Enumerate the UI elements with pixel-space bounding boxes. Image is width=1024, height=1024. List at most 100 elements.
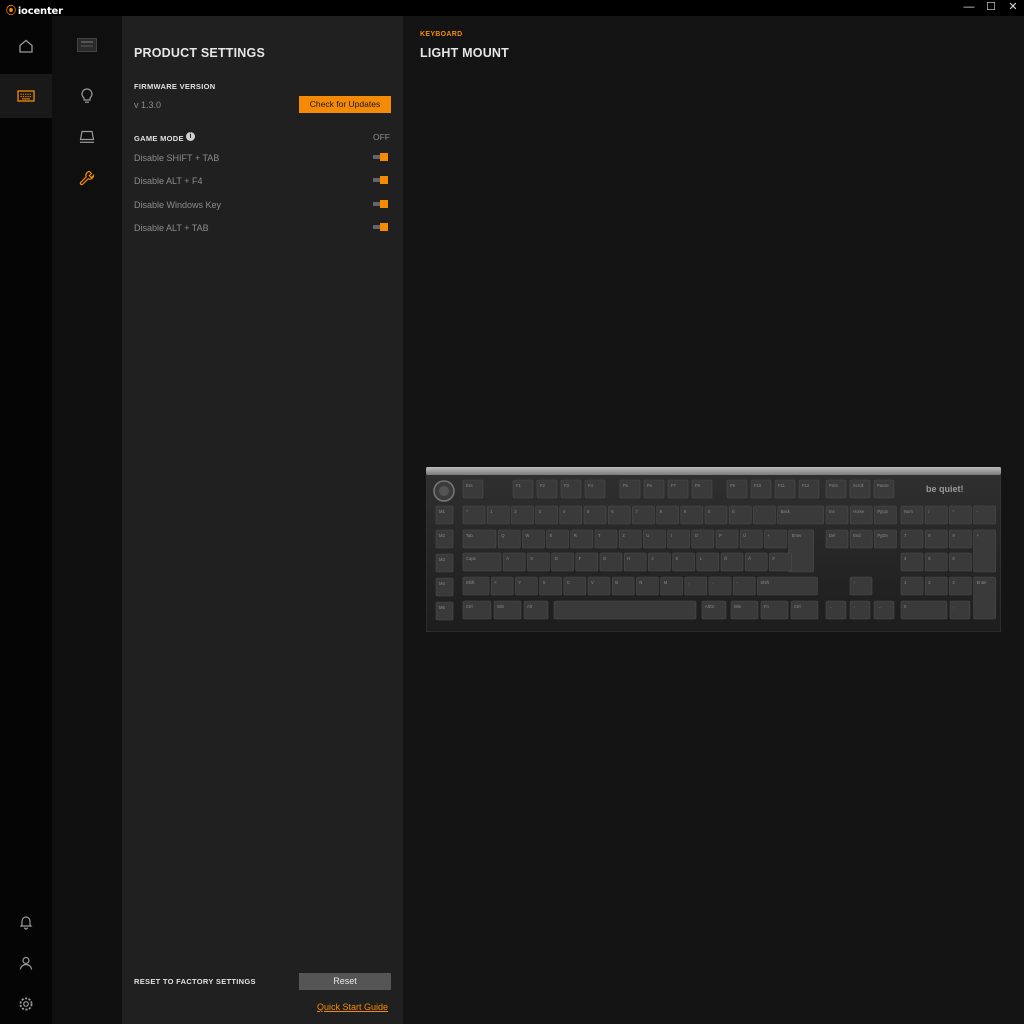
game-mode-state: OFF: [373, 132, 390, 142]
option-label: Disable ALT + TAB: [134, 223, 209, 233]
keycap: D: [551, 552, 574, 572]
keycap: Caps: [462, 552, 502, 572]
svg-text:C: C: [567, 580, 570, 585]
reset-label: RESET TO FACTORY SETTINGS: [134, 977, 256, 986]
keycap: 6: [607, 505, 631, 525]
nav-devices[interactable]: [0, 74, 52, 118]
keycap: Ä: [744, 552, 768, 572]
keycap: Print: [825, 479, 847, 499]
svg-text:Win: Win: [734, 604, 742, 609]
svg-text:Ins: Ins: [829, 509, 835, 514]
keycap: Tab: [462, 529, 497, 549]
keycap: ,: [684, 576, 708, 596]
keycap: .: [708, 576, 732, 596]
keycap: Num: [900, 505, 924, 525]
svg-text:F11: F11: [778, 483, 786, 488]
svg-text:Alt: Alt: [527, 604, 533, 609]
info-icon[interactable]: i: [186, 132, 195, 141]
reset-button[interactable]: Reset: [299, 973, 391, 990]
keycap: F: [575, 552, 599, 572]
keyboard-icon: [17, 90, 35, 102]
keycap: R: [570, 529, 594, 549]
maximize-button[interactable]: ☐: [980, 0, 1002, 16]
svg-text:Fn: Fn: [764, 604, 770, 609]
keycap: L: [696, 552, 720, 572]
keycap: B: [611, 576, 635, 596]
keycap: P: [715, 529, 739, 549]
close-button[interactable]: ✕: [1002, 0, 1024, 16]
keycap: W: [522, 529, 545, 549]
toggle-disable-windows-key[interactable]: [373, 200, 388, 208]
svg-text:Tab: Tab: [466, 533, 473, 538]
submenu-product-settings[interactable]: [52, 163, 122, 193]
svg-text:F1: F1: [516, 483, 522, 488]
keycap: -: [973, 505, 996, 525]
keycap: Del: [825, 529, 849, 549]
svg-text:F9: F9: [730, 483, 736, 488]
toggle-disable-shift-tab[interactable]: [373, 153, 388, 161]
nav-account[interactable]: [0, 943, 52, 983]
svg-text:D: D: [555, 556, 558, 561]
keycap: 3: [949, 576, 972, 596]
svg-text:V: V: [591, 580, 594, 585]
svg-text:Ctrl: Ctrl: [794, 604, 801, 609]
nav-notifications[interactable]: [0, 902, 52, 942]
bell-icon: [19, 916, 33, 930]
keycap: F2: [536, 479, 558, 499]
quick-start-link[interactable]: Quick Start Guide: [317, 1002, 388, 1012]
device-name: LIGHT MOUNT: [420, 46, 509, 60]
keycap: F8: [691, 479, 713, 499]
keycap: Fn: [760, 600, 789, 620]
keycap: PgUp: [874, 505, 897, 525]
svg-text:←: ←: [829, 604, 833, 609]
toggle-disable-alt-tab[interactable]: [373, 223, 388, 231]
keycap: G: [599, 552, 623, 572]
toggle-knob: [380, 176, 388, 184]
keycap: H: [623, 552, 647, 572]
keycap: F6: [643, 479, 665, 499]
svg-text:Enter: Enter: [792, 533, 803, 538]
nav-settings[interactable]: [0, 984, 52, 1024]
svg-text:F7: F7: [671, 483, 677, 488]
svg-text:G: G: [603, 556, 606, 561]
keycap: [553, 600, 697, 620]
keycap: Win: [730, 600, 759, 620]
user-icon: [19, 956, 33, 970]
option-label: Disable SHIFT + TAB: [134, 153, 220, 163]
keycap: M2: [435, 529, 454, 549]
submenu-keymap[interactable]: [52, 30, 122, 60]
keyboard-brand: be quiet!: [926, 484, 964, 494]
toggle-disable-alt-f4[interactable]: [373, 176, 388, 184]
svg-text:E: E: [550, 533, 553, 538]
svg-text:F4: F4: [588, 483, 594, 488]
svg-text:J: J: [651, 556, 653, 561]
check-updates-button[interactable]: Check for Updates: [299, 96, 391, 113]
keyboard-stand-icon: [79, 130, 95, 143]
keycap: O: [691, 529, 715, 549]
toggle-knob: [380, 153, 388, 161]
keycap: ß: [728, 505, 752, 525]
keycap: 1: [486, 505, 510, 525]
keycap: Ctrl: [462, 600, 492, 620]
keycap: M3: [435, 553, 454, 573]
nav-home[interactable]: [0, 26, 52, 66]
firmware-version: v 1.3.0: [134, 100, 162, 110]
minimize-button[interactable]: —: [958, 0, 980, 16]
keycap: Back: [777, 505, 824, 525]
keycap: Z: [618, 529, 642, 549]
svg-text:Y: Y: [518, 580, 521, 585]
svg-text:.: .: [712, 580, 713, 585]
keycap: F1: [512, 479, 534, 499]
keycap: 2: [511, 505, 534, 525]
submenu-performance[interactable]: [52, 122, 122, 152]
svg-text:I: I: [671, 533, 672, 538]
keycap: 8: [656, 505, 679, 525]
keycap: Shift: [462, 576, 490, 596]
gear-icon: [19, 997, 33, 1011]
submenu-lighting[interactable]: [52, 81, 122, 111]
svg-text:,: ,: [953, 604, 954, 609]
svg-text:H: H: [627, 556, 630, 561]
svg-text:X: X: [543, 580, 546, 585]
keycap: Scroll: [849, 479, 871, 499]
keycap: I: [667, 529, 690, 549]
